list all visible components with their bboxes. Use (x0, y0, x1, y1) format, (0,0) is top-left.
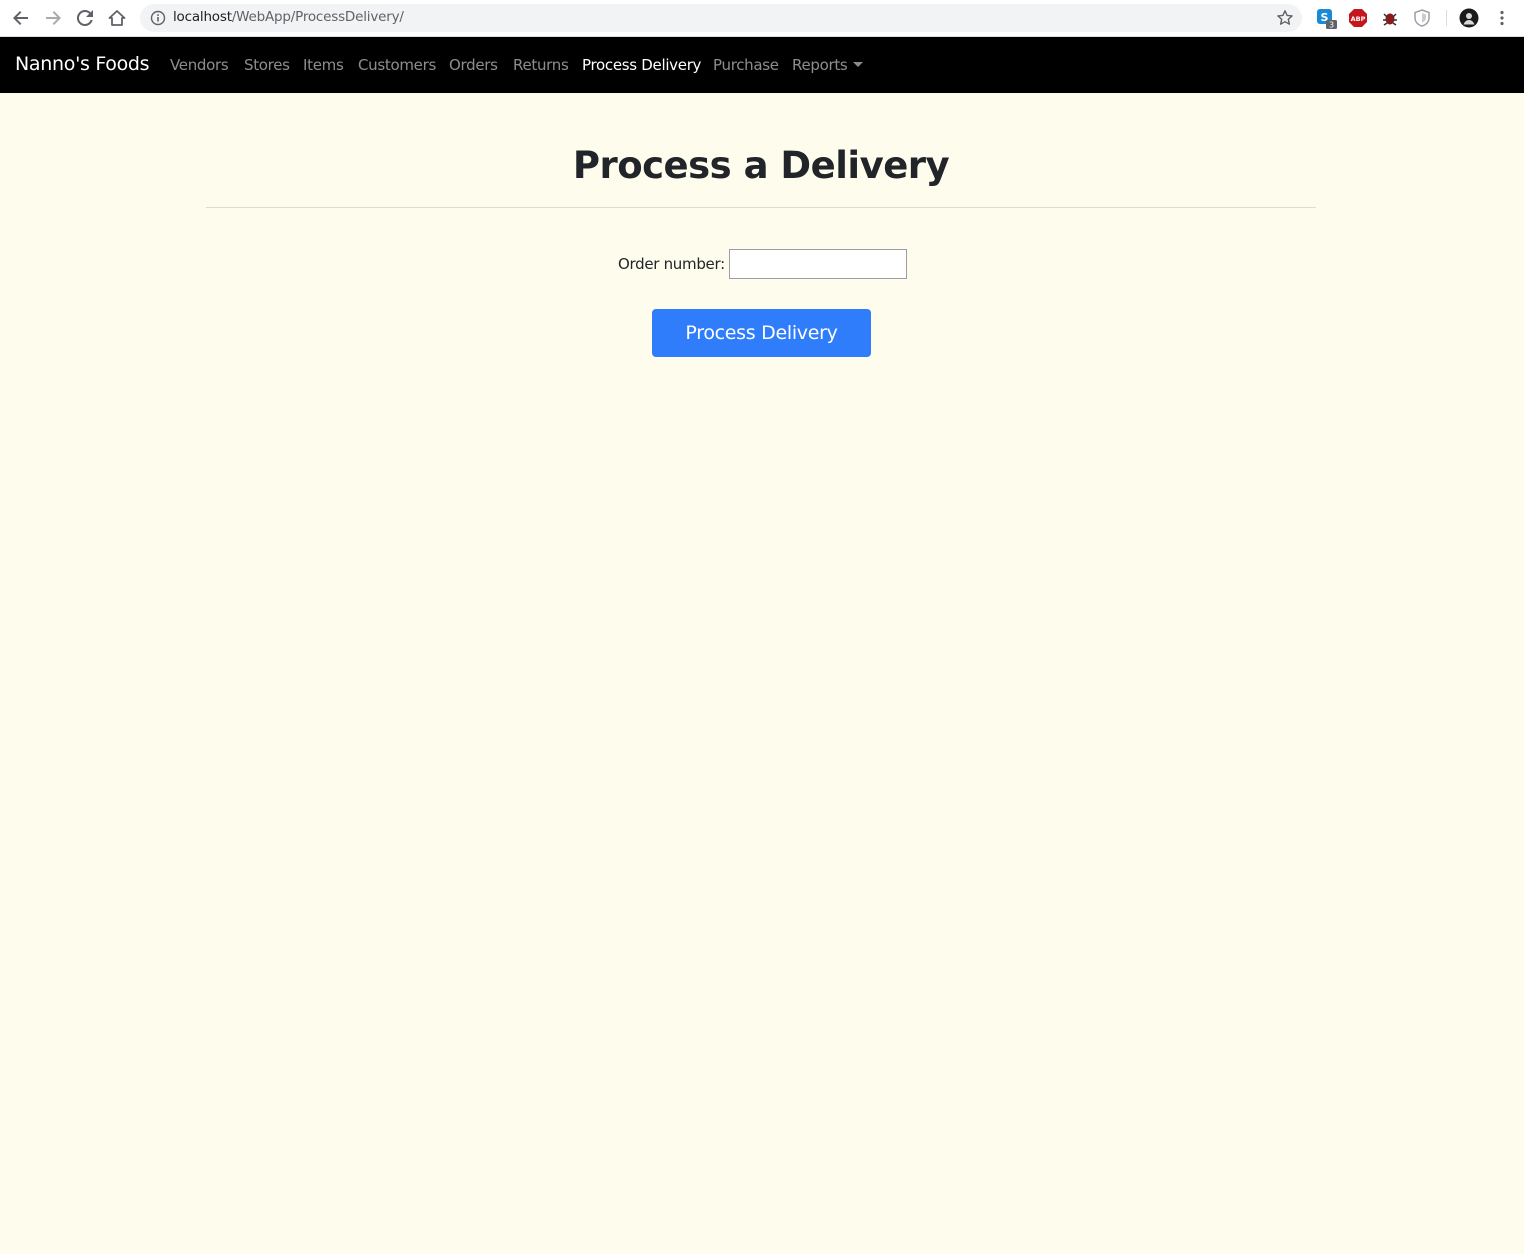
order-number-row: Order number: (618, 249, 907, 279)
order-number-label: Order number: (618, 255, 725, 273)
address-bar[interactable]: localhost/WebApp/ProcessDelivery/ (140, 4, 1302, 32)
reload-icon[interactable] (72, 6, 98, 30)
bookmark-star-icon[interactable] (1276, 9, 1294, 27)
order-number-input[interactable] (728, 249, 907, 279)
skype-extension-icon[interactable]: S3 (1316, 8, 1337, 30)
forward-arrow-icon[interactable] (40, 6, 66, 30)
nav-item-process-delivery[interactable]: Process Delivery (582, 56, 701, 74)
svg-text:ABP: ABP (1351, 15, 1366, 23)
process-delivery-button[interactable]: Process Delivery (652, 309, 871, 357)
nav-item-returns[interactable]: Returns (513, 56, 569, 74)
nav-item-items[interactable]: Items (303, 56, 344, 74)
back-arrow-icon[interactable] (8, 6, 34, 30)
home-icon[interactable] (104, 6, 130, 30)
browser-toolbar: localhost/WebApp/ProcessDelivery/ S3 ABP (0, 0, 1524, 37)
nav-item-vendors[interactable]: Vendors (170, 56, 229, 74)
site-navbar: Nanno's Foods Vendors Stores Items Custo… (0, 37, 1524, 93)
nav-item-reports-label: Reports (792, 56, 848, 74)
caret-down-icon (853, 62, 864, 67)
url-text: localhost/WebApp/ProcessDelivery/ (173, 9, 404, 25)
page-title: Process a Delivery (572, 144, 950, 187)
bug-extension-icon[interactable] (1380, 8, 1400, 28)
shield-extension-icon[interactable] (1412, 8, 1432, 28)
url-path: /WebApp/ProcessDelivery/ (231, 9, 404, 25)
nav-item-orders[interactable]: Orders (449, 56, 498, 74)
nav-item-stores[interactable]: Stores (244, 56, 290, 74)
title-divider (206, 207, 1316, 208)
nav-item-reports-dropdown[interactable]: Reports (792, 56, 864, 74)
nav-item-purchase[interactable]: Purchase (713, 56, 779, 74)
profile-avatar[interactable] (1459, 8, 1479, 28)
skype-badge: 3 (1329, 21, 1334, 30)
menu-kebab-icon[interactable] (1489, 6, 1515, 30)
navbar-brand[interactable]: Nanno's Foods (15, 53, 150, 75)
url-host: localhost (173, 9, 232, 25)
info-icon[interactable] (150, 10, 166, 26)
toolbar-divider (1446, 10, 1447, 26)
adblock-icon[interactable]: ABP (1348, 8, 1368, 28)
nav-item-customers[interactable]: Customers (358, 56, 436, 74)
